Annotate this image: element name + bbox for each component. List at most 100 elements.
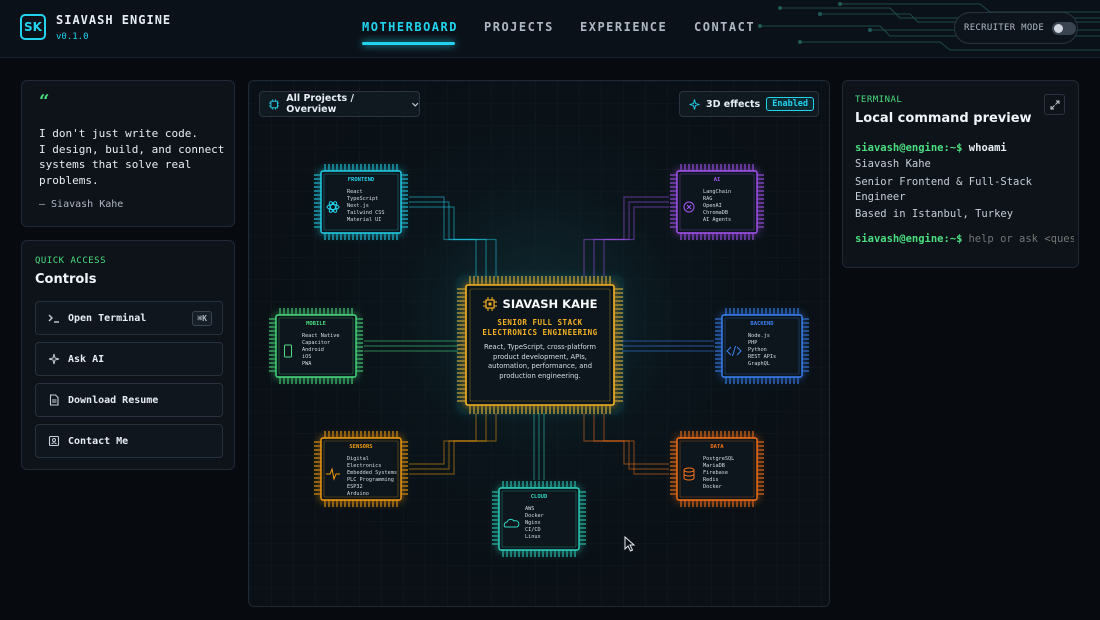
chip-item: Android xyxy=(302,347,324,353)
chip-item: RAG xyxy=(703,196,712,202)
enabled-badge: Enabled xyxy=(766,97,815,111)
download-resume-button[interactable]: Download Resume xyxy=(35,383,223,417)
chip-item: Docker xyxy=(703,484,722,490)
expand-button[interactable] xyxy=(1044,94,1065,115)
project-selector-label: All Projects / Overview xyxy=(286,93,354,115)
chip-cloud[interactable]: CLOUD AWSDockerNginxCI/CDLinux xyxy=(498,487,580,551)
chevron-down-icon xyxy=(411,102,418,107)
chip-frontend[interactable]: FRONTEND ReactTypeScriptNext.jsTailwind C… xyxy=(320,170,402,234)
chip-sensors[interactable]: SENSORS DigitalElectronicsEmbedded System… xyxy=(320,437,402,501)
toggle-switch[interactable] xyxy=(1052,21,1077,35)
chip-item: PWA xyxy=(302,361,312,367)
chip-item: Arduino xyxy=(347,491,369,497)
terminal-icon xyxy=(48,314,59,323)
motherboard-panel: FRONTEND React TypeScript Next.js Tailwind C… xyxy=(248,80,830,607)
chip-title: BACKEND xyxy=(750,321,774,327)
chip-title: FRONTEND xyxy=(348,177,375,183)
chip-item: CI/CD xyxy=(525,527,541,533)
version-label: v0.1.0 xyxy=(56,32,89,42)
terminal-output-line: Senior Frontend & Full-Stack Engineer xyxy=(855,176,1033,203)
chip-item: PLC Programming xyxy=(347,477,394,483)
chip-item: Next.js xyxy=(347,203,369,209)
chip-item: MariaDB xyxy=(703,463,725,469)
chip-item: Digital xyxy=(347,456,369,462)
quote-panel: “ I don't just write code. I design, bui… xyxy=(21,80,235,227)
ask-ai-button[interactable]: Ask AI xyxy=(35,342,223,376)
nav-tab-projects[interactable]: PROJECTS xyxy=(484,20,554,34)
cpu-chip[interactable]: SIAVASH KAHE SENIOR FULL STACK ELECTRONI… xyxy=(466,285,614,405)
controls-title: Controls xyxy=(35,272,97,287)
mouse-cursor-icon xyxy=(624,536,636,552)
chip-backend[interactable]: BACKEND Node.jsPHPPythonREST APIsGraphQL xyxy=(721,314,803,378)
chip-item: PostgreSQL xyxy=(703,456,734,462)
open-terminal-button[interactable]: Open Terminal ⌘K xyxy=(35,301,223,335)
cpu-name: SIAVASH KAHE xyxy=(502,297,598,311)
cpu-desc-line: production engineering. xyxy=(499,371,581,380)
project-selector[interactable]: All Projects / Overview xyxy=(259,91,420,117)
ask-ai-label: Ask AI xyxy=(68,353,105,365)
cpu-desc-line: product development, APIs, xyxy=(493,352,587,361)
chip-title: CLOUD xyxy=(531,494,548,500)
chip-item: OpenAI xyxy=(703,203,722,209)
chip-data[interactable]: DATA PostgreSQLMariaDBFirebaseRedisDocker xyxy=(676,437,758,501)
chip-item: Embedded Systems xyxy=(347,470,397,476)
nav-active-indicator xyxy=(362,42,455,45)
3d-effects-toggle[interactable]: 3D effects Enabled xyxy=(679,91,819,117)
terminal-input[interactable] xyxy=(968,232,1075,247)
terminal-prompt: siavash@engine:~$ xyxy=(855,233,963,245)
chip-item: AWS xyxy=(525,506,534,512)
chip-item: TypeScript xyxy=(347,196,378,202)
recruiter-mode-label: RECRUITER MODE xyxy=(964,23,1045,33)
cpu-desc-line: React, TypeScript, cross-platform xyxy=(483,343,597,351)
chip-item: Node.js xyxy=(748,333,770,339)
shortcut-badge: ⌘K xyxy=(192,311,212,326)
nav-tab-contact[interactable]: CONTACT xyxy=(694,20,755,34)
terminal-prompt: siavash@engine:~$ xyxy=(855,142,963,154)
chip-icon xyxy=(269,98,280,110)
contact-me-button[interactable]: Contact Me xyxy=(35,424,223,458)
chip-item: Firebase xyxy=(703,470,728,476)
contact-me-label: Contact Me xyxy=(68,435,129,447)
controls-kicker: QUICK ACCESS xyxy=(35,256,107,266)
terminal-output-line: Siavash Kahe xyxy=(855,158,931,170)
chip-ai[interactable]: AI LangChainRAGOpenAIChromaDBAI Agents xyxy=(676,170,758,234)
chip-item: REST APIs xyxy=(748,354,776,360)
terminal-command: whoami xyxy=(968,142,1007,154)
chip-item: Redis xyxy=(703,477,719,483)
terminal-output-line: Based in Istanbul, Turkey xyxy=(855,208,1014,220)
chip-item: React xyxy=(347,189,363,195)
quote-text: I don't just write code. I design, build… xyxy=(39,127,225,187)
chip-item: Electronics xyxy=(347,463,381,469)
nav-tab-motherboard[interactable]: MOTHERBOARD xyxy=(362,20,458,34)
quote-author: — Siavash Kahe xyxy=(39,199,124,210)
brand-title: SIAVASH ENGINE xyxy=(56,13,172,27)
chip-item: GraphQL xyxy=(748,361,770,367)
chip-item: ESP32 xyxy=(347,484,363,490)
top-header: SK SIAVASH ENGINE v0.1.0 MOTHERBOARD PRO… xyxy=(0,0,1100,58)
nav-tab-experience[interactable]: EXPERIENCE xyxy=(580,20,667,34)
cpu-role-line2: ELECTRONICS ENGINEERING xyxy=(482,328,598,337)
chip-item: Nginx xyxy=(525,520,541,526)
logo[interactable]: SK xyxy=(20,14,46,40)
terminal-kicker: TERMINAL xyxy=(855,95,903,105)
chip-title: AI xyxy=(714,177,721,183)
chip-item: Docker xyxy=(525,513,544,519)
document-icon xyxy=(49,394,59,406)
toggle-knob xyxy=(1054,23,1064,33)
download-resume-label: Download Resume xyxy=(68,394,159,406)
quote-mark-icon: “ xyxy=(39,91,50,112)
chip-title: DATA xyxy=(710,444,724,450)
recruiter-mode-toggle[interactable]: RECRUITER MODE xyxy=(954,12,1078,44)
chip-mobile[interactable]: MOBILE React NativeCapacitorAndroidiOSPWA xyxy=(275,314,357,378)
chip-item: ChromaDB xyxy=(703,210,728,216)
3d-effects-label: 3D effects xyxy=(706,98,761,110)
cpu-role-line1: SENIOR FULL STACK xyxy=(497,318,583,327)
expand-icon xyxy=(1050,100,1059,109)
sparkle-icon xyxy=(689,98,700,110)
chip-item: iOS xyxy=(302,354,311,360)
chip-item: Material UI xyxy=(347,217,381,223)
chip-title: SENSORS xyxy=(349,444,372,450)
cpu-desc-line: automation, performance, and xyxy=(487,362,593,370)
chip-item: React Native xyxy=(302,333,339,339)
chip-item: Tailwind CSS xyxy=(347,210,384,216)
